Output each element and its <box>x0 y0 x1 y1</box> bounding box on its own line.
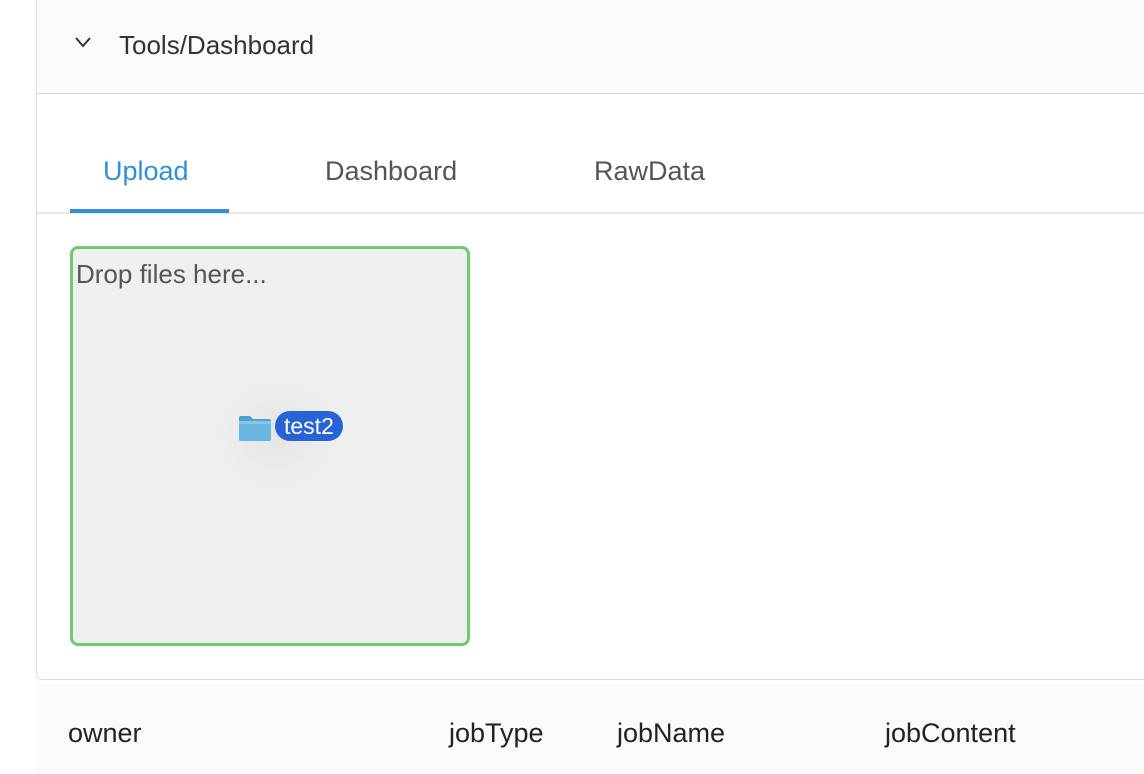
active-tab-indicator <box>70 209 229 213</box>
table-header: owner jobType jobName jobContent <box>36 684 1144 774</box>
tab-upload[interactable]: Upload <box>103 156 189 187</box>
chevron-down-icon[interactable] <box>73 32 93 52</box>
dragged-file-name: test2 <box>275 411 343 441</box>
column-header-owner[interactable]: owner <box>68 718 142 749</box>
tab-dashboard[interactable]: Dashboard <box>325 156 457 187</box>
file-dropzone[interactable]: Drop files here... test2 <box>70 246 470 646</box>
dragged-file[interactable]: test2 <box>217 379 357 489</box>
dropzone-hint: Drop files here... <box>76 259 267 289</box>
folder-icon <box>239 416 271 441</box>
panel-title: Tools/Dashboard <box>119 30 315 60</box>
tab-bar: Upload Dashboard RawData <box>37 120 1144 214</box>
collapse-panel: Tools/Dashboard Upload Dashboard RawData… <box>36 0 1144 680</box>
column-header-jobtype[interactable]: jobType <box>449 718 544 749</box>
tab-rawdata[interactable]: RawData <box>594 156 705 187</box>
column-header-jobname[interactable]: jobName <box>617 718 725 749</box>
column-header-jobcontent[interactable]: jobContent <box>885 718 1016 749</box>
panel-header[interactable]: Tools/Dashboard <box>37 0 1144 94</box>
